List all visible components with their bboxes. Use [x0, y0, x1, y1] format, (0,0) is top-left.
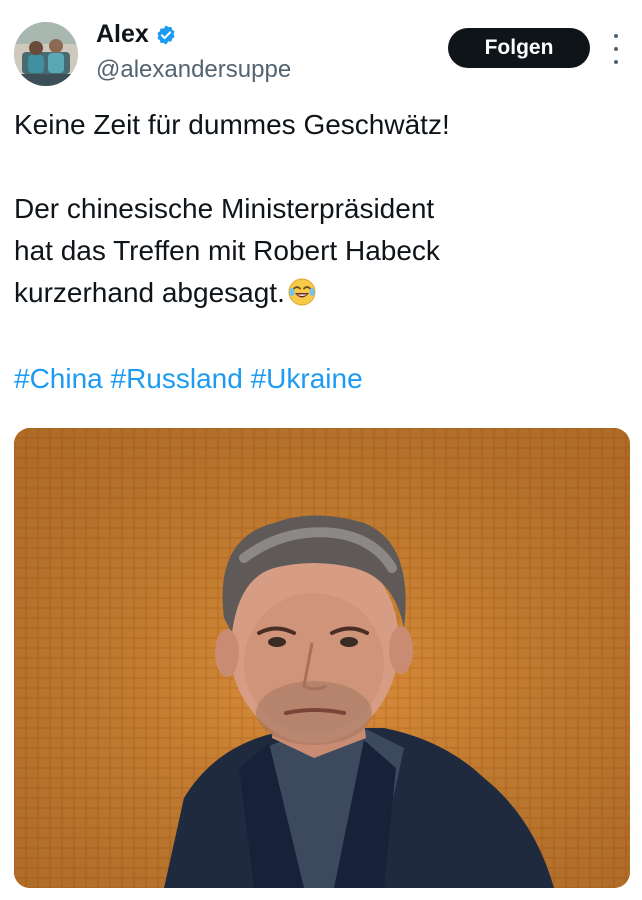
follow-button[interactable]: Folgen: [448, 28, 590, 68]
hashtag-link[interactable]: #China: [14, 363, 103, 394]
user-name-row: Alex: [96, 20, 177, 49]
tweet-text-line-with-emoji: kurzerhand abgesagt.: [14, 272, 614, 314]
hashtag-link[interactable]: #Ukraine: [251, 363, 363, 394]
hashtag-link[interactable]: #Russland: [111, 363, 243, 394]
tweet-text-line: hat das Treffen mit Robert Habeck: [14, 235, 440, 266]
verified-badge-icon: [155, 24, 177, 46]
tweet-card[interactable]: Alex @alexandersuppe Folgen Keine Zeit f…: [0, 0, 642, 900]
user-name[interactable]: Alex: [96, 20, 149, 49]
tweet-text-line: Keine Zeit für dummes Geschwätz!: [14, 109, 450, 140]
avatar[interactable]: [14, 22, 78, 86]
more-options-icon[interactable]: [609, 34, 623, 64]
tweet-media-image[interactable]: [14, 428, 630, 888]
hashtag-row: #China #Russland #Ukraine: [14, 358, 363, 400]
tweet-text-line: Der chinesische Ministerpräsident: [14, 193, 435, 224]
user-handle[interactable]: @alexandersuppe: [96, 56, 291, 84]
tweet-text: Keine Zeit für dummes Geschwätz! Der chi…: [14, 104, 614, 314]
face-with-tears-of-joy-icon: [287, 277, 317, 307]
tweet-text-line: kurzerhand abgesagt.: [14, 277, 285, 308]
